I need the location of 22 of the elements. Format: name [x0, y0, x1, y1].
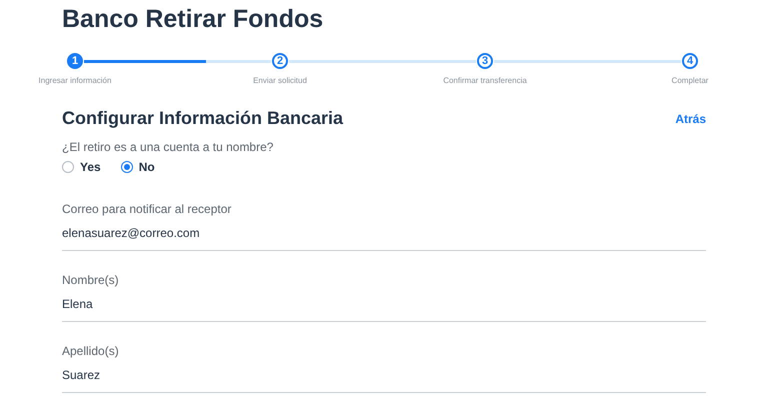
- radio-label: No: [138, 159, 155, 176]
- step-number: 1: [67, 53, 83, 69]
- input-field[interactable]: Suarez: [62, 366, 706, 393]
- step-label: Completar: [672, 75, 708, 87]
- radio-button[interactable]: [62, 161, 74, 173]
- step-label: Ingresar información: [38, 75, 112, 87]
- step-number: 2: [272, 53, 288, 69]
- question-label: ¿El retiro es a una cuenta a tu nombre?: [62, 139, 274, 156]
- field-label: Apellido(s): [62, 343, 120, 360]
- field-label: Nombre(s): [62, 272, 120, 289]
- input-field[interactable]: Elena: [62, 295, 706, 322]
- step-label: Enviar solicitud: [253, 75, 307, 87]
- step-label: Confirmar transferencia: [443, 75, 527, 87]
- page-title: Banco Retirar Fondos: [62, 4, 324, 34]
- input-field[interactable]: elenasuarez@correo.com: [62, 224, 706, 251]
- field-label: Correo para notificar al receptor: [62, 201, 232, 218]
- radio-label: Yes: [80, 159, 101, 176]
- back-link[interactable]: Atrás: [675, 110, 706, 128]
- radio-button[interactable]: [120, 161, 133, 173]
- step-number: 4: [682, 53, 698, 69]
- step-number: 3: [477, 53, 493, 69]
- section-heading: Configurar Información Bancaria: [62, 107, 344, 130]
